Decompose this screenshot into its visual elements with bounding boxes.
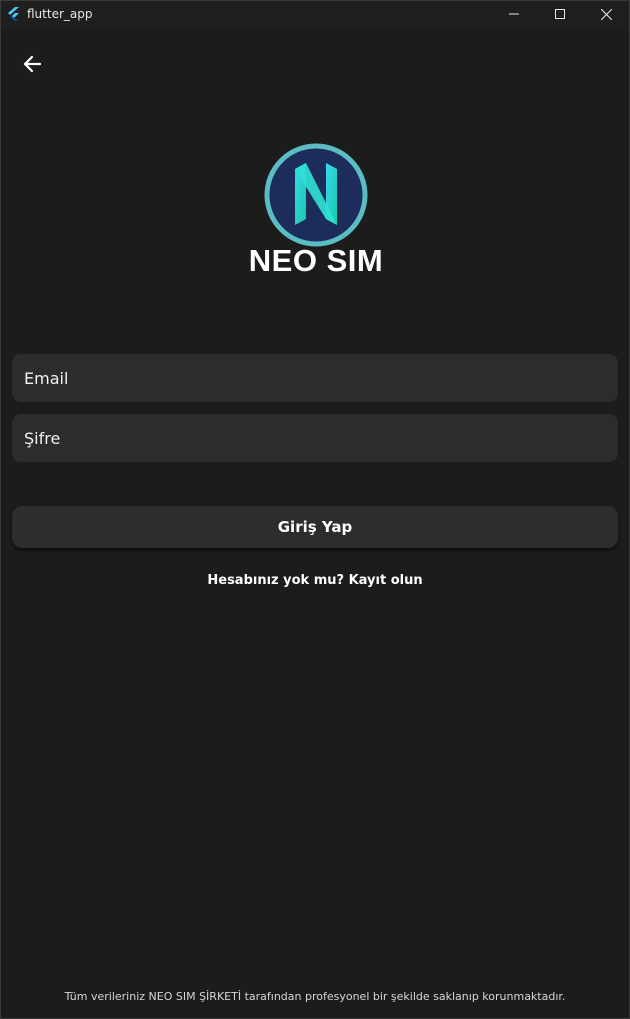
logo-text: NEO SIM	[248, 243, 384, 278]
flutter-icon	[7, 7, 21, 21]
minimize-button[interactable]	[491, 1, 537, 27]
minimize-icon	[509, 13, 519, 15]
app-window: flutter_app NEO SIM Email Giriş Yap Hesa…	[0, 0, 630, 1019]
footer-notice: Tüm verileriniz NEO SIM ŞİRKETİ tarafınd…	[64, 990, 566, 1003]
login-button[interactable]: Giriş Yap	[12, 506, 618, 548]
close-icon	[600, 8, 612, 20]
window-title: flutter_app	[27, 7, 93, 21]
window-controls	[491, 1, 629, 27]
password-input[interactable]	[12, 414, 618, 462]
title-bar[interactable]: flutter_app	[1, 1, 629, 27]
back-button[interactable]	[15, 49, 49, 79]
email-field[interactable]	[12, 354, 618, 402]
logo-emblem	[264, 143, 368, 247]
register-link[interactable]: Hesabınız yok mu? Kayıt olun	[1, 573, 629, 588]
neo-sim-logo: NEO SIM	[245, 141, 387, 281]
password-field[interactable]	[12, 414, 618, 462]
close-button[interactable]	[583, 1, 629, 27]
maximize-button[interactable]	[537, 1, 583, 27]
arrow-left-icon	[23, 55, 41, 73]
email-input[interactable]	[12, 354, 618, 402]
maximize-icon	[555, 9, 565, 19]
